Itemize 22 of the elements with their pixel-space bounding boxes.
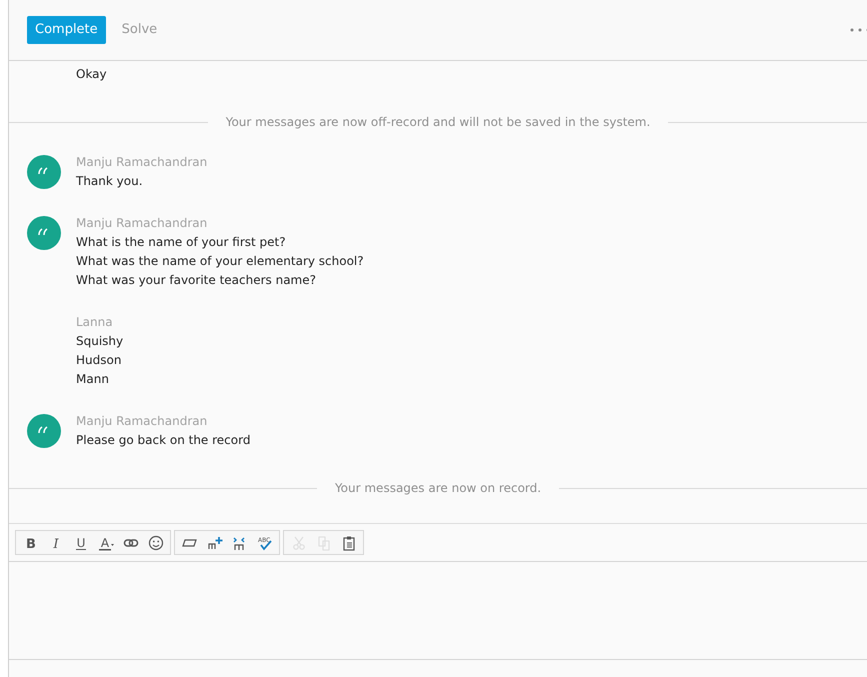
record-notice: Your messages are now on record. [334,480,542,497]
paste-icon[interactable] [340,534,356,550]
smiley-icon[interactable] [148,534,164,550]
bold-icon[interactable]: B [22,534,38,550]
message-text: What is the name of your first pet? [76,234,287,251]
record-notice: Your messages are now off-record and will not be saved in the system. [224,114,652,131]
message-text: Mann [76,371,110,388]
message-text: What was the name of your elementary school? [76,253,364,270]
message-text: Hudson [76,352,122,369]
message-text: Thank you. [76,173,144,190]
message-text: Squishy [76,333,124,350]
message-text: What was your favorite teachers name? [76,272,317,289]
message-text: Please go back on the record [76,432,250,449]
sender-name: Lanna [76,314,114,331]
message-input[interactable] [9,561,867,660]
italic-icon[interactable]: I [48,534,64,550]
insert-field-icon[interactable] [206,534,222,550]
message-text: Okay [76,66,107,83]
sender-name: Manju Ramachandran [76,154,208,171]
sender-name: Manju Ramachandran [76,413,208,430]
merge-field-icon[interactable] [232,534,248,550]
sender-name: Manju Ramachandran [76,215,208,232]
